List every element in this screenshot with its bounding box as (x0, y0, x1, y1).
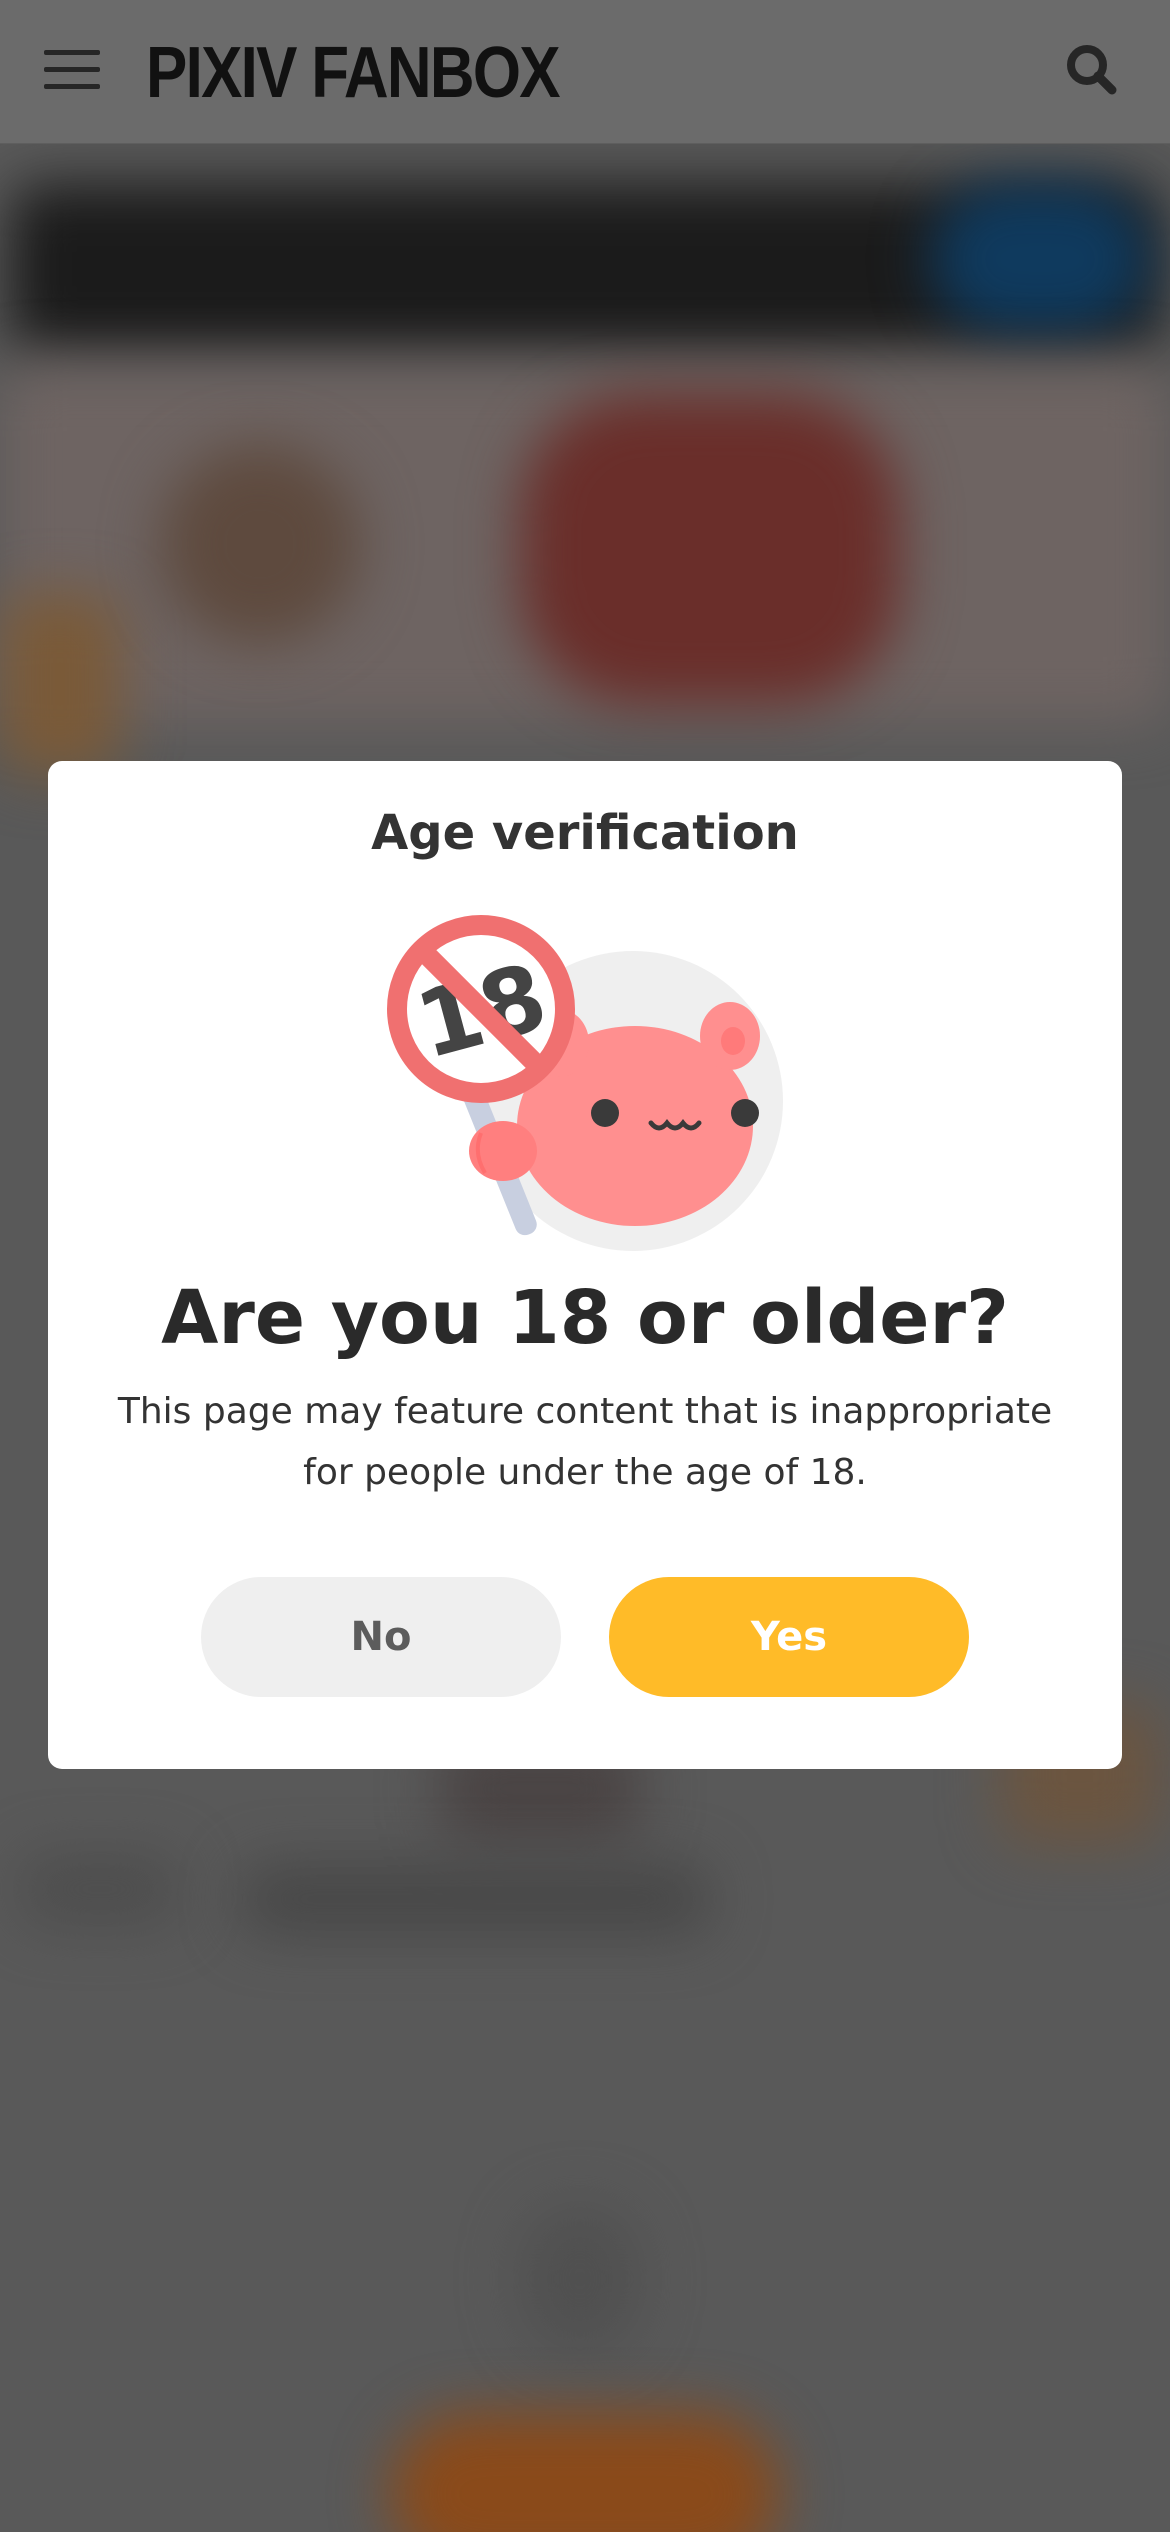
age-question: Are you 18 or older? (161, 1275, 1009, 1361)
hamburger-menu-icon[interactable] (44, 48, 100, 92)
yes-button[interactable]: Yes (609, 1577, 969, 1697)
age-restriction-18-mascot-icon: 18 (383, 911, 783, 1251)
fanbox-logo[interactable]: PIXIV FANBOX (146, 28, 561, 118)
app-header: PIXIV FANBOX (0, 0, 1170, 144)
no-button[interactable]: No (201, 1577, 561, 1697)
dialog-title: Age verification (371, 805, 799, 861)
age-warning-text: This page may feature content that is in… (117, 1391, 1053, 1493)
age-verification-dialog: Age verification 18 Are you 18 or older? (48, 761, 1122, 1769)
search-icon[interactable] (1062, 40, 1122, 100)
